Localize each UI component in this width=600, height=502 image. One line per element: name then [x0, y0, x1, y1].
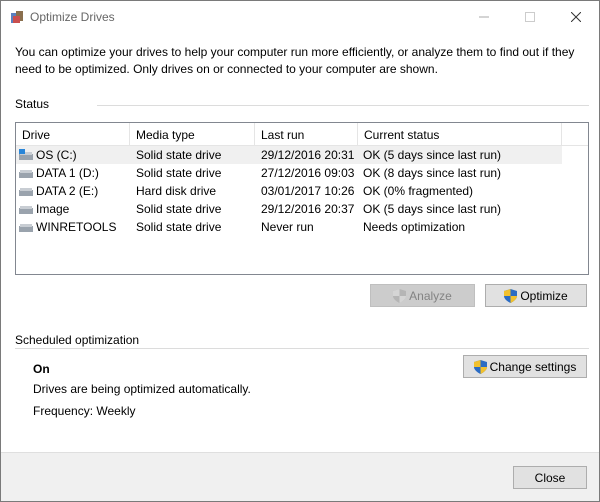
- schedule-state: On: [33, 362, 50, 376]
- status-label: Status: [15, 97, 50, 111]
- current-status: OK (0% fragmented): [363, 184, 474, 198]
- column-header-last-run[interactable]: Last run: [255, 123, 358, 145]
- maximize-button[interactable]: [507, 1, 553, 32]
- close-button[interactable]: Close: [513, 466, 587, 489]
- analyze-button[interactable]: Analyze: [370, 284, 475, 307]
- minimize-icon: [479, 16, 489, 17]
- optimize-button[interactable]: Optimize: [485, 284, 587, 307]
- minimize-button[interactable]: [461, 1, 507, 32]
- schedule-description: Drives are being optimized automatically…: [33, 382, 251, 396]
- drive-name: DATA 2 (E:): [36, 184, 99, 198]
- content-area: You can optimize your drives to help you…: [1, 32, 599, 501]
- drive-name: Image: [36, 202, 70, 216]
- last-run: 29/12/2016 20:37: [261, 202, 355, 216]
- list-header: Drive Media type Last run Current status: [16, 123, 588, 146]
- last-run: 27/12/2016 09:03: [261, 166, 355, 180]
- close-icon: [571, 11, 581, 22]
- column-header-drive[interactable]: Drive: [16, 123, 130, 145]
- drive-icon: [19, 224, 33, 232]
- current-status: Needs optimization: [363, 220, 466, 234]
- maximize-icon: [525, 11, 535, 22]
- table-row[interactable]: DATA 1 (D:) Solid state drive 27/12/2016 0…: [16, 164, 562, 182]
- media-type: Solid state drive: [136, 166, 222, 180]
- uac-shield-icon: [504, 288, 518, 303]
- current-status: OK (5 days since last run): [363, 148, 502, 162]
- optimize-drives-window: Optimize Drives You can optimize your dr…: [0, 0, 600, 502]
- table-row[interactable]: WINRETOOLS Solid state drive Never run Need…: [16, 218, 562, 236]
- scheduled-divider: [15, 348, 589, 349]
- media-type: Solid state drive: [136, 202, 222, 216]
- title-bar[interactable]: Optimize Drives: [1, 1, 599, 32]
- table-row[interactable]: OS (C:) Solid state drive 29/12/2016 20:31…: [16, 146, 562, 164]
- last-run: 29/12/2016 20:31: [261, 148, 355, 162]
- analyze-label: Analyze: [409, 288, 452, 303]
- media-type: Solid state drive: [136, 148, 222, 162]
- last-run: Never run: [261, 220, 314, 234]
- optimize-label: Optimize: [520, 288, 568, 303]
- intro-text: You can optimize your drives to help you…: [15, 45, 575, 76]
- drives-list[interactable]: Drive Media type Last run Current status…: [15, 122, 589, 275]
- status-divider: [97, 105, 589, 106]
- current-status: OK (8 days since last run): [363, 166, 502, 180]
- last-run: 03/01/2017 10:26: [261, 184, 355, 198]
- current-status: OK (5 days since last run): [363, 202, 502, 216]
- column-header-current-status[interactable]: Current status: [358, 123, 562, 145]
- defrag-app-icon: [11, 11, 23, 23]
- drive-icon: [19, 170, 33, 178]
- window-title: Optimize Drives: [30, 10, 115, 24]
- media-type: Hard disk drive: [136, 184, 217, 198]
- media-type: Solid state drive: [136, 220, 222, 234]
- table-row[interactable]: Image Solid state drive 29/12/2016 20:37 OK…: [16, 200, 562, 218]
- footer-bar: Close: [1, 452, 599, 501]
- close-window-button[interactable]: [553, 1, 599, 32]
- uac-shield-icon: [393, 288, 407, 303]
- os-drive-icon: [19, 149, 33, 160]
- change-settings-label: Change settings: [489, 359, 577, 374]
- drive-name: WINRETOOLS: [36, 220, 117, 234]
- uac-shield-icon: [473, 359, 487, 374]
- drive-icon: [19, 188, 33, 196]
- schedule-frequency: Frequency: Weekly: [33, 404, 136, 418]
- drive-icon: [19, 206, 33, 214]
- scheduled-optimization-label: Scheduled optimization: [15, 333, 140, 347]
- drive-name: OS (C:): [36, 148, 77, 162]
- column-header-media-type[interactable]: Media type: [130, 123, 255, 145]
- change-settings-button[interactable]: Change settings: [463, 355, 587, 378]
- drive-name: DATA 1 (D:): [36, 166, 99, 180]
- table-row[interactable]: DATA 2 (E:) Hard disk drive 03/01/2017 10:…: [16, 182, 562, 200]
